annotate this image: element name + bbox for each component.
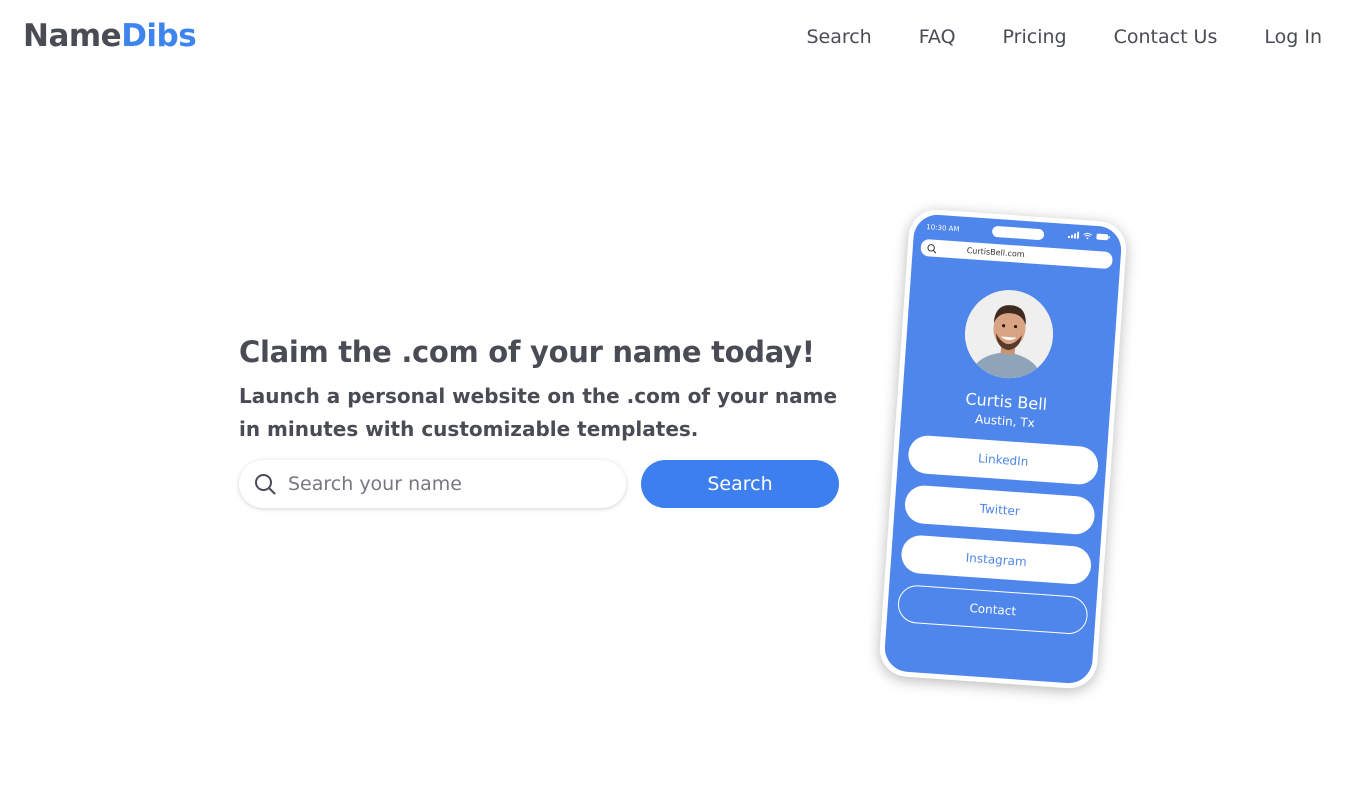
- phone-mockup: 10:30 AM CurtisBell.com Curtis Bell Aust…: [877, 207, 1129, 691]
- phone-status-icons: [1067, 231, 1110, 241]
- phone-link-linkedin[interactable]: LinkedIn: [907, 434, 1100, 486]
- url-search-icon: [927, 243, 937, 253]
- phone-url-bar: CurtisBell.com: [920, 238, 1113, 270]
- nav-link-log-in[interactable]: Log In: [1264, 26, 1322, 48]
- logo-text-dibs: Dibs: [121, 18, 197, 54]
- phone-notch: [991, 225, 1045, 241]
- wifi-icon: [1083, 232, 1092, 240]
- logo[interactable]: NameDibs: [23, 18, 197, 54]
- hero-subtitle: Launch a personal website on the .com of…: [239, 384, 838, 441]
- header: NameDibs Search FAQ Pricing Contact Us L…: [0, 0, 1360, 80]
- search-box[interactable]: [239, 460, 626, 508]
- search-form: Search: [239, 460, 839, 508]
- phone-link-instagram[interactable]: Instagram: [900, 534, 1093, 586]
- battery-icon: [1096, 233, 1110, 241]
- main-nav: Search FAQ Pricing Contact Us Log In: [806, 26, 1322, 48]
- search-button[interactable]: Search: [641, 460, 839, 508]
- phone-link-twitter[interactable]: Twitter: [903, 484, 1096, 536]
- nav-link-search[interactable]: Search: [806, 26, 871, 48]
- nav-link-faq[interactable]: FAQ: [919, 26, 956, 48]
- signal-icon: [1067, 231, 1080, 239]
- search-icon: [255, 474, 276, 495]
- hero: Claim the .com of your name today! Launc…: [239, 335, 859, 446]
- search-input[interactable]: [288, 473, 598, 495]
- nav-link-pricing[interactable]: Pricing: [1003, 26, 1067, 48]
- nav-link-contact-us[interactable]: Contact Us: [1114, 26, 1218, 48]
- phone-status-time: 10:30 AM: [926, 223, 960, 234]
- profile-avatar: [962, 287, 1056, 382]
- phone-url-text: CurtisBell.com: [966, 245, 1025, 260]
- logo-text-name: Name: [23, 18, 122, 54]
- phone-screen: 10:30 AM CurtisBell.com Curtis Bell Aust…: [883, 213, 1123, 685]
- hero-title: Claim the .com of your name today!: [239, 335, 815, 369]
- phone-link-contact[interactable]: Contact: [896, 584, 1089, 636]
